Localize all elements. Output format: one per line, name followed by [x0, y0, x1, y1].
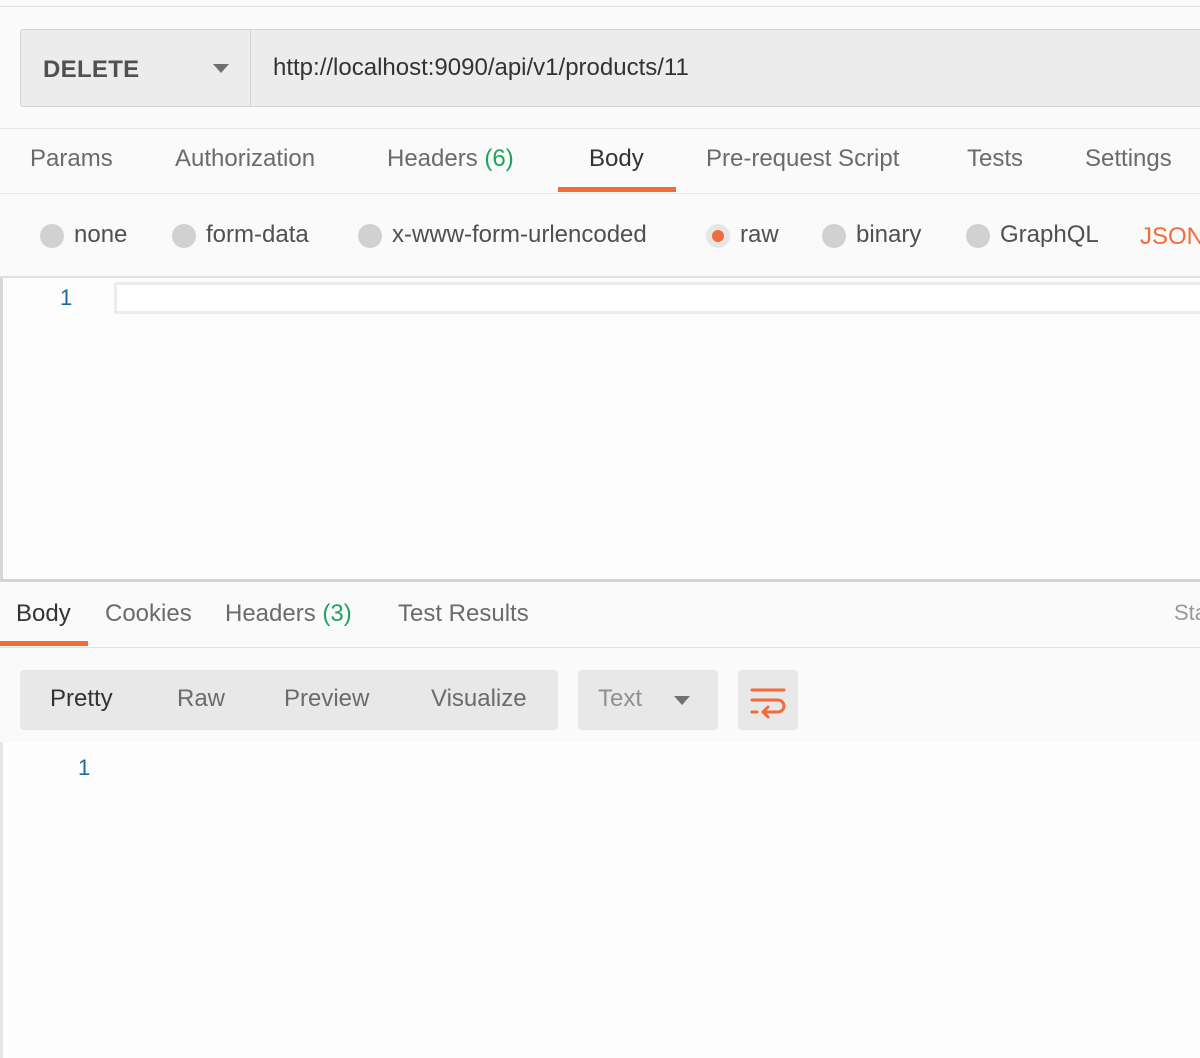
response-tabs: Body Cookies Headers (3) Test Results St…	[0, 582, 1200, 648]
response-tab-cookies[interactable]: Cookies	[105, 600, 192, 628]
active-line-highlight	[114, 282, 1200, 314]
tab-tests[interactable]: Tests	[967, 145, 1023, 173]
response-tab-headers[interactable]: Headers (3)	[225, 600, 352, 628]
view-pretty-button[interactable]: Pretty	[50, 685, 113, 713]
radio-selected-icon	[706, 224, 730, 248]
response-tab-body-label: Body	[16, 600, 71, 627]
wrap-lines-button[interactable]	[738, 670, 798, 730]
tab-pre-request-label: Pre-request Script	[706, 145, 900, 172]
tab-body[interactable]: Body	[589, 145, 644, 173]
request-body-editor[interactable]	[0, 278, 1200, 580]
response-tab-cookies-label: Cookies	[105, 600, 192, 627]
active-tab-underline	[558, 187, 676, 192]
language-select-json[interactable]: JSON	[1140, 223, 1200, 251]
response-line-number: 1	[78, 755, 91, 780]
view-visualize-button[interactable]: Visualize	[431, 685, 527, 713]
tab-headers-label: Headers	[387, 145, 478, 172]
tab-params-label: Params	[30, 145, 113, 172]
response-format-select[interactable]: Text	[578, 670, 718, 730]
caret-down-icon	[674, 696, 690, 705]
response-tab-test-results-label: Test Results	[398, 600, 529, 627]
top-border	[0, 6, 1200, 7]
response-tab-test-results[interactable]: Test Results	[398, 600, 529, 628]
radio-circle-icon	[966, 224, 990, 248]
response-view-toggle: Pretty Raw Preview Visualize	[20, 670, 558, 730]
radio-none-label: none	[74, 221, 128, 248]
status-label: Sta	[1174, 600, 1200, 625]
tab-settings[interactable]: Settings	[1085, 145, 1172, 173]
view-preview-button[interactable]: Preview	[284, 685, 369, 713]
method-select[interactable]: DELETE	[21, 30, 251, 106]
tab-pre-request-script[interactable]: Pre-request Script	[706, 145, 899, 173]
tab-params[interactable]: Params	[30, 145, 113, 173]
radio-binary-label: binary	[856, 221, 922, 248]
url-input[interactable]: http://localhost:9090/api/v1/products/11	[273, 54, 689, 82]
radio-circle-icon	[40, 224, 64, 248]
wrap-lines-icon	[750, 688, 786, 719]
response-tab-headers-label: Headers	[225, 600, 316, 627]
response-headers-count-badge: (3)	[322, 600, 352, 627]
line-number: 1	[60, 285, 73, 310]
radio-graphql-label: GraphQL	[1000, 221, 1099, 248]
view-raw-button[interactable]: Raw	[177, 685, 225, 713]
radio-circle-icon	[358, 224, 382, 248]
request-bar: DELETE http://localhost:9090/api/v1/prod…	[20, 29, 1200, 107]
tab-headers[interactable]: Headers (6)	[387, 145, 514, 173]
tab-authorization-label: Authorization	[175, 145, 316, 172]
tab-settings-label: Settings	[1085, 145, 1172, 172]
active-response-tab-underline	[0, 641, 88, 646]
caret-down-icon	[213, 64, 229, 73]
radio-form-data-label: form-data	[206, 221, 309, 248]
response-body-viewer[interactable]	[0, 742, 1200, 1058]
response-tab-body[interactable]: Body	[16, 600, 71, 628]
radio-circle-icon	[822, 224, 846, 248]
request-tabs: Params Authorization Headers (6) Body Pr…	[0, 128, 1200, 194]
method-label: DELETE	[43, 56, 140, 83]
response-format-label: Text	[598, 685, 643, 712]
radio-urlencoded-label: x-www-form-urlencoded	[392, 221, 647, 248]
radio-raw-label: raw	[740, 221, 779, 248]
tab-body-label: Body	[589, 145, 644, 172]
radio-circle-icon	[172, 224, 196, 248]
tab-authorization[interactable]: Authorization	[175, 145, 315, 173]
body-type-radios: none form-data x-www-form-urlencoded raw…	[0, 196, 1200, 278]
tab-tests-label: Tests	[967, 145, 1024, 172]
headers-count-badge: (6)	[484, 145, 514, 172]
